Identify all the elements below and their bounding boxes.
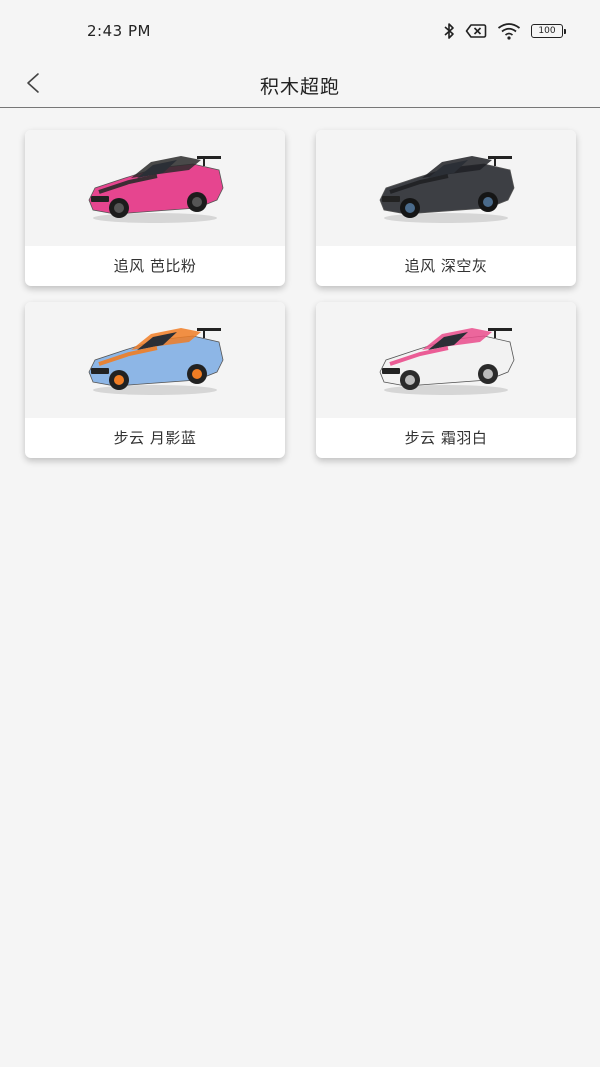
battery-level: 100: [531, 24, 563, 38]
car-image: [25, 302, 285, 418]
car-label: 追风 深空灰: [404, 257, 488, 275]
status-bar: 2:43 PM 100: [0, 0, 600, 62]
wifi-icon: [497, 22, 521, 40]
page-title: 积木超跑: [259, 76, 340, 98]
no-sim-icon: [465, 23, 487, 39]
car-card[interactable]: 追风 芭比粉: [25, 130, 285, 286]
car-label: 步云 月影蓝: [113, 429, 197, 447]
car-illustration: [88, 328, 224, 395]
bluetooth-icon: [443, 22, 455, 40]
app-header: 积木超跑: [0, 62, 600, 108]
car-card[interactable]: 步云 月影蓝: [25, 302, 285, 458]
car-image: [316, 302, 576, 418]
car-image: [25, 130, 285, 246]
car-image: [316, 130, 576, 246]
car-illustration: [379, 328, 515, 395]
car-label: 步云 霜羽白: [404, 429, 488, 447]
car-illustration: [88, 156, 224, 223]
status-icons: 100: [443, 22, 566, 40]
battery-icon: 100: [531, 24, 566, 38]
car-label: 追风 芭比粉: [113, 257, 197, 275]
car-card[interactable]: 步云 霜羽白: [316, 302, 576, 458]
car-card[interactable]: 追风 深空灰: [316, 130, 576, 286]
car-illustration: [379, 156, 515, 223]
status-time: 2:43 PM: [87, 22, 151, 40]
